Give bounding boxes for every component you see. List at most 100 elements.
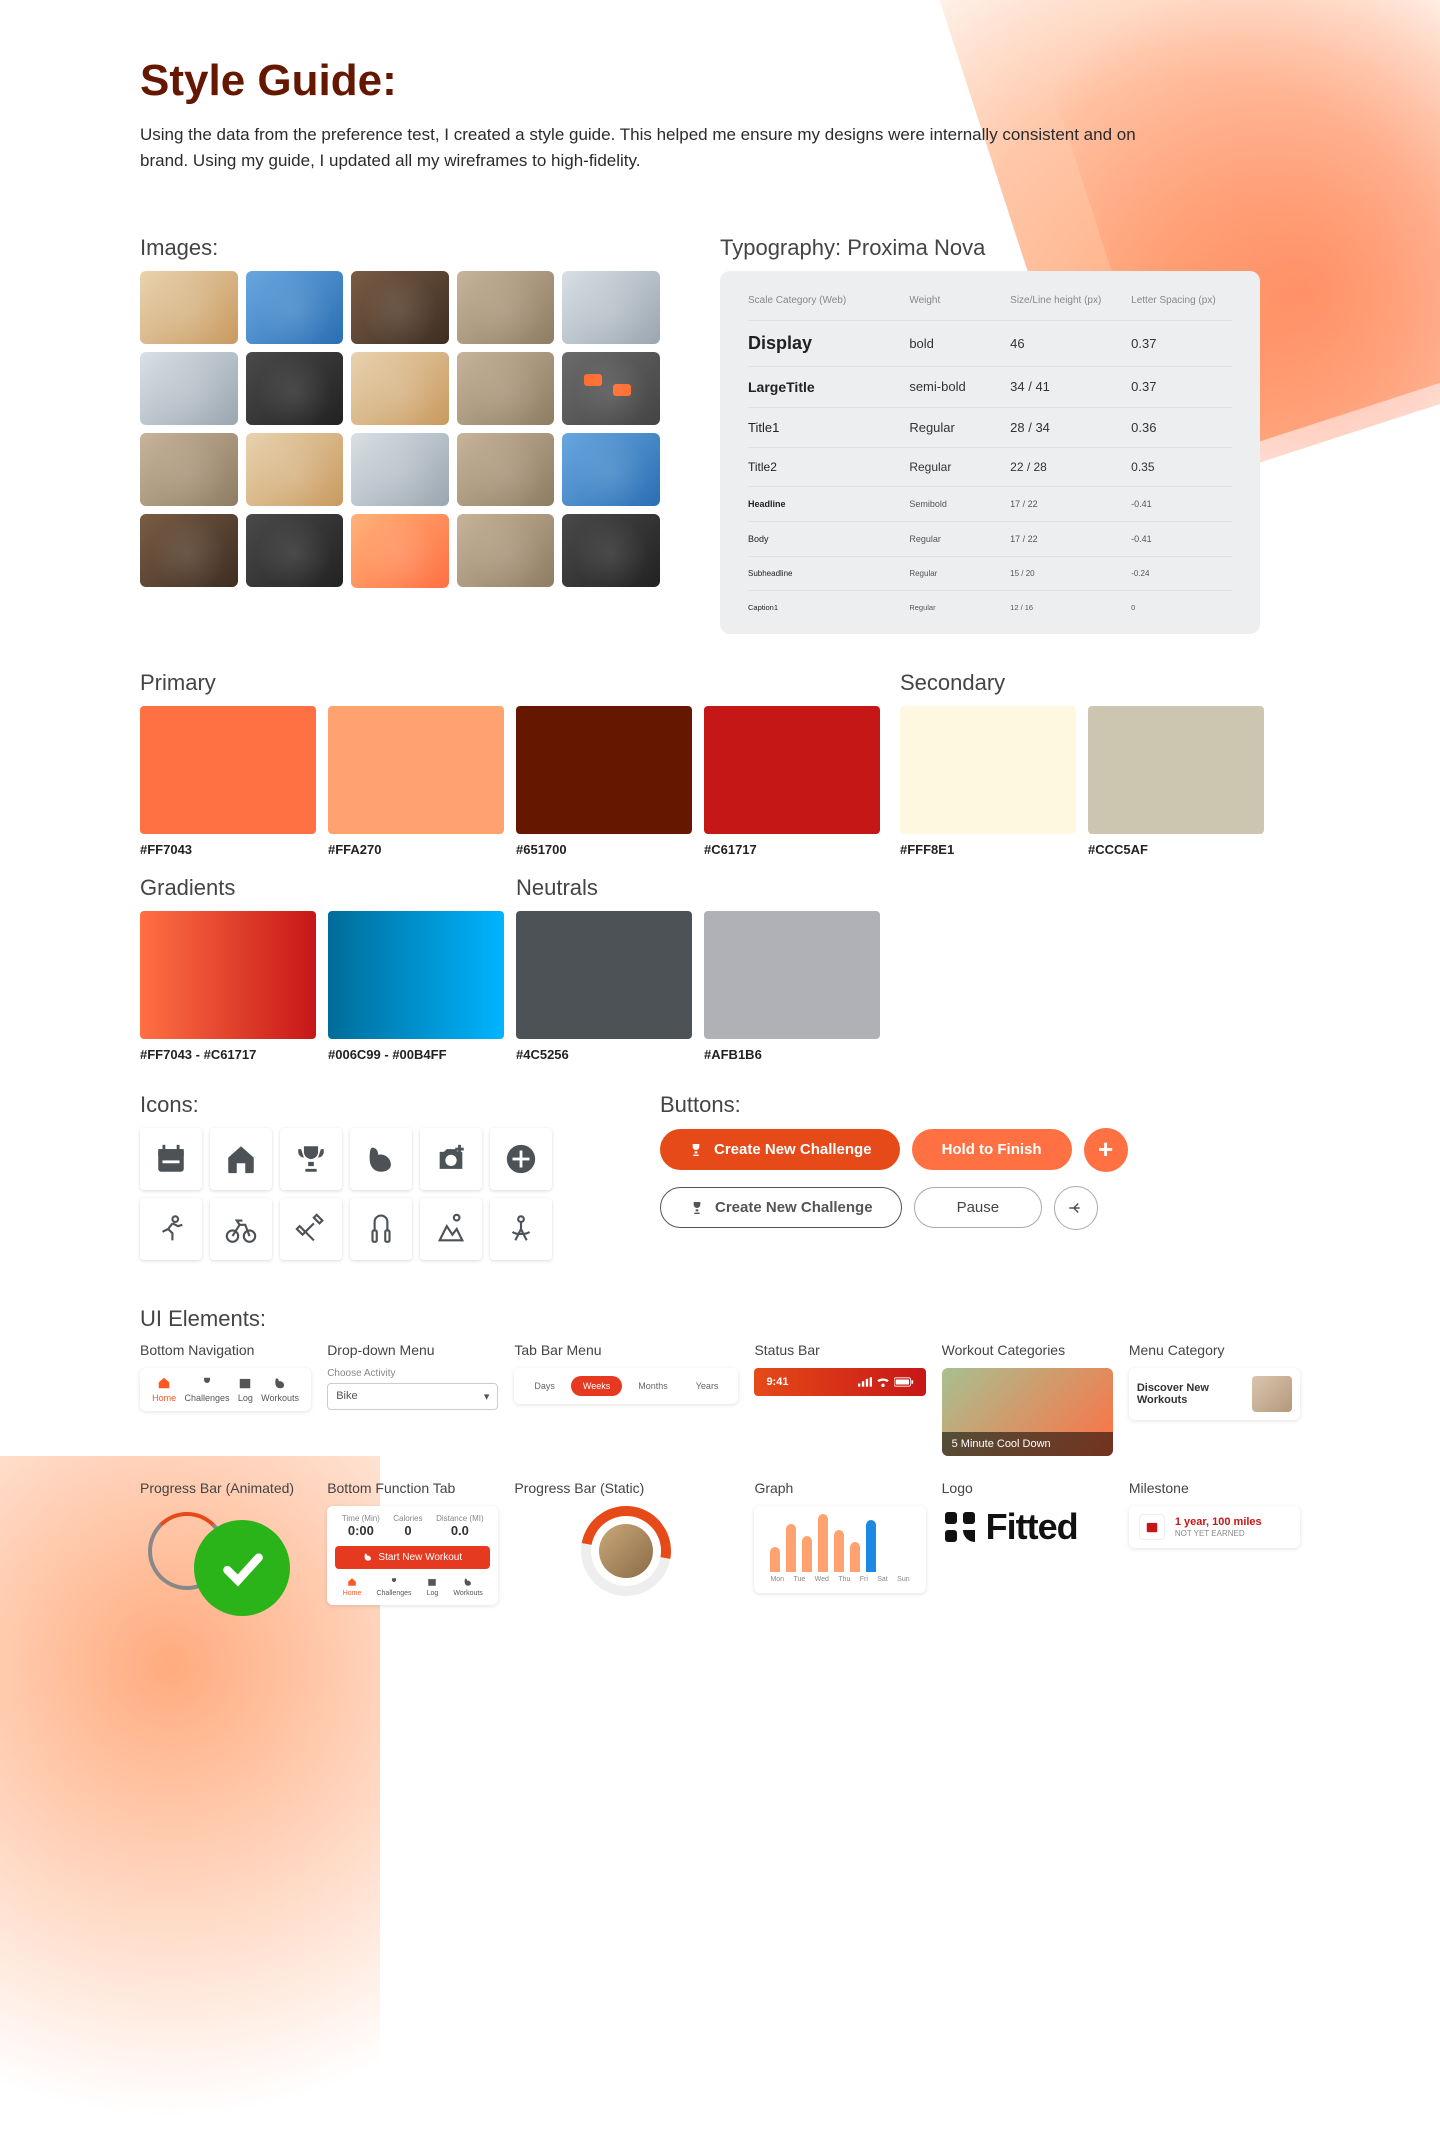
color-swatch — [704, 706, 880, 834]
color-swatch — [516, 706, 692, 834]
progress-static-label: Progress Bar (Static) — [514, 1480, 738, 1496]
nav-label: Challenges — [376, 1590, 411, 1597]
color-swatch — [704, 911, 880, 1039]
dropdown-field[interactable]: Bike ▾ — [327, 1383, 498, 1410]
gradient-code: #006C99 - #00B4FF — [328, 1047, 504, 1062]
add-photo-icon — [420, 1128, 482, 1190]
graph-bar — [802, 1536, 812, 1572]
table-cell: semi-bold — [909, 379, 1010, 394]
start-workout-button[interactable]: Start New Workout — [335, 1546, 490, 1569]
color-code: #FFA270 — [328, 842, 504, 857]
table-cell: Subheadline — [748, 569, 909, 578]
bicep-icon — [363, 1552, 373, 1562]
tabbar-label: Tab Bar Menu — [514, 1342, 738, 1358]
image-thumbnail — [562, 352, 660, 425]
progress-animated-preview — [140, 1506, 290, 1616]
table-cell: bold — [909, 336, 1010, 351]
home-icon — [210, 1128, 272, 1190]
graph-day-label: Wed — [815, 1576, 829, 1583]
dumbbell-icon — [280, 1198, 342, 1260]
dropdown-label: Drop-down Menu — [327, 1342, 498, 1358]
hold-to-finish-button[interactable]: Hold to Finish — [912, 1129, 1072, 1170]
workout-categories-label: Workout Categories — [942, 1342, 1113, 1358]
typography-table: Scale Category (Web) Weight Size/Line he… — [720, 271, 1260, 634]
status-bar-label: Status Bar — [754, 1342, 925, 1358]
create-challenge-button-primary[interactable]: Create New Challenge — [660, 1129, 900, 1170]
nav-item-home[interactable]: Home — [343, 1577, 362, 1597]
nav-item-challenges[interactable]: Challenges — [184, 1376, 229, 1403]
image-thumbnail — [351, 352, 449, 425]
color-swatch — [516, 911, 692, 1039]
graph-label: Graph — [754, 1480, 925, 1496]
nav-item-log[interactable]: Log — [238, 1376, 253, 1403]
nav-label: Log — [238, 1393, 253, 1403]
table-cell: 17 / 22 — [1010, 534, 1131, 544]
image-thumbnail — [351, 271, 449, 344]
gradient-swatch — [328, 911, 504, 1039]
table-cell: Regular — [909, 569, 1010, 578]
nav-item-workouts[interactable]: Workouts — [453, 1577, 482, 1597]
color-code: #FFF8E1 — [900, 842, 1076, 857]
nav-item-home[interactable]: Home — [152, 1376, 176, 1403]
images-section-label: Images: — [140, 235, 660, 261]
color-swatch — [1088, 706, 1264, 834]
tabbar-preview: Days Weeks Months Years — [514, 1368, 738, 1404]
stat-label: Time (Min) — [342, 1514, 380, 1523]
image-thumbnail — [562, 514, 660, 587]
table-header: Scale Category (Web) — [748, 295, 909, 306]
progress-animated-label: Progress Bar (Animated) — [140, 1480, 311, 1496]
dropdown-value: Bike — [336, 1390, 357, 1402]
graph-day-label: Sat — [877, 1576, 888, 1583]
gradients-label: Gradients — [140, 875, 504, 901]
logo: Fitted — [942, 1506, 1113, 1548]
image-thumbnail-grid — [140, 271, 660, 588]
table-cell: Regular — [909, 460, 1010, 474]
calendar-icon — [140, 1128, 202, 1190]
tab-days[interactable]: Days — [522, 1376, 567, 1396]
pause-button[interactable]: Pause — [914, 1187, 1043, 1228]
create-challenge-button-outline[interactable]: Create New Challenge — [660, 1187, 902, 1228]
tab-weeks[interactable]: Weeks — [571, 1376, 622, 1396]
tab-months[interactable]: Months — [626, 1376, 680, 1396]
nav-item-log[interactable]: Log — [427, 1577, 439, 1597]
buttons-section-label: Buttons: — [660, 1092, 1300, 1118]
table-cell: Regular — [909, 420, 1010, 435]
nav-item-workouts[interactable]: Workouts — [261, 1376, 299, 1403]
color-code: #C61717 — [704, 842, 880, 857]
avatar — [599, 1524, 653, 1578]
bicep-icon — [273, 1376, 287, 1390]
battery-icon — [894, 1377, 914, 1387]
menu-category-card[interactable]: Discover New Workouts — [1129, 1368, 1300, 1420]
table-cell: Caption1 — [748, 603, 909, 612]
back-button[interactable] — [1054, 1186, 1098, 1230]
image-thumbnail — [351, 514, 449, 587]
nav-label: Home — [343, 1590, 362, 1597]
table-cell: -0.41 — [1131, 534, 1232, 544]
table-cell: 0.37 — [1131, 336, 1232, 351]
add-button[interactable]: + — [1084, 1128, 1128, 1172]
tab-years[interactable]: Years — [684, 1376, 731, 1396]
image-thumbnail — [562, 433, 660, 506]
table-cell: -0.24 — [1131, 569, 1232, 578]
table-cell: 0.36 — [1131, 420, 1232, 435]
typography-section-label: Typography: Proxima Nova — [720, 235, 1300, 261]
stat-value: 0:00 — [348, 1523, 374, 1538]
graph-day-label: Tue — [793, 1576, 805, 1583]
nav-item-challenges[interactable]: Challenges — [376, 1577, 411, 1597]
milestone-card: 1 year, 100 miles NOT YET EARNED — [1129, 1506, 1300, 1548]
progress-static-preview — [581, 1506, 671, 1596]
home-icon — [157, 1376, 171, 1390]
color-code: #4C5256 — [516, 1047, 692, 1062]
yoga-icon — [490, 1198, 552, 1260]
milestone-title: 1 year, 100 miles — [1175, 1516, 1262, 1528]
table-cell: 28 / 34 — [1010, 420, 1131, 435]
graph-bar — [834, 1530, 844, 1572]
success-check-icon — [194, 1520, 290, 1616]
calendar-icon — [238, 1376, 252, 1390]
table-cell: -0.41 — [1131, 499, 1232, 509]
workout-category-card[interactable]: 5 Minute Cool Down — [942, 1368, 1113, 1456]
graph-bar — [770, 1547, 780, 1572]
graph-bar — [818, 1514, 828, 1572]
add-circle-icon — [490, 1128, 552, 1190]
dropdown-preview: Choose Activity Bike ▾ — [327, 1368, 498, 1410]
